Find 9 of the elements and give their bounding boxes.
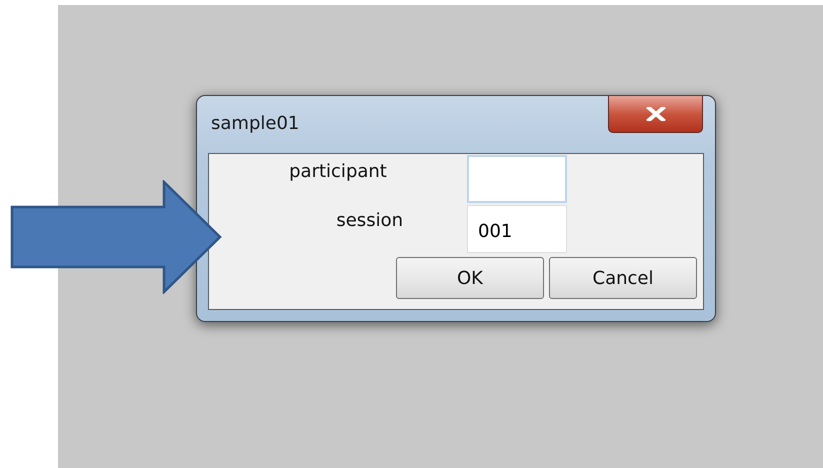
ok-button[interactable]: OK — [396, 257, 544, 299]
field-label: session — [335, 209, 404, 231]
close-button[interactable] — [608, 96, 703, 133]
window-title: sample01 — [210, 113, 300, 134]
input-field[interactable]: 001 — [467, 205, 567, 253]
field-label: participant — [288, 160, 388, 182]
input-field[interactable] — [467, 155, 567, 203]
cancel-button[interactable]: Cancel — [549, 257, 697, 299]
close-icon — [646, 107, 666, 121]
